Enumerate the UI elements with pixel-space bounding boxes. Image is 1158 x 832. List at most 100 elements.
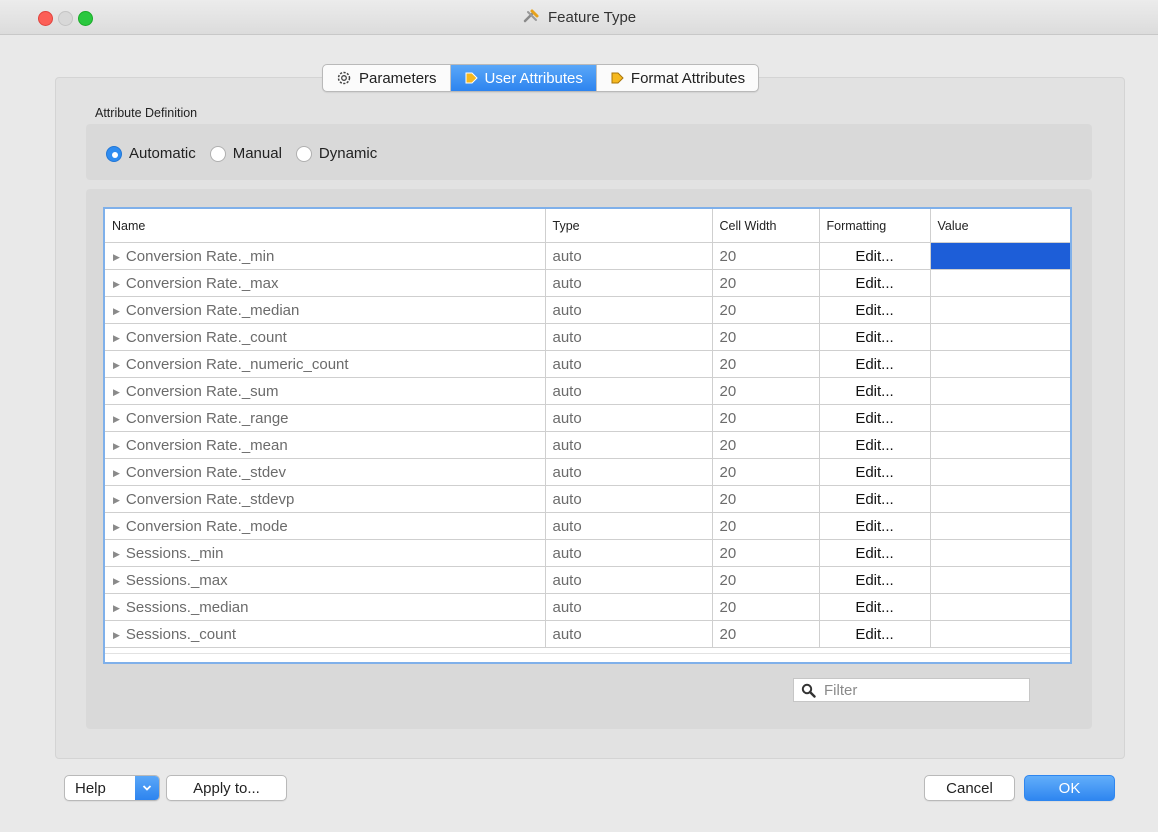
cell-width[interactable]: 20 <box>712 539 820 567</box>
cell-type[interactable]: auto <box>545 593 713 621</box>
cell-width[interactable]: 20 <box>712 404 820 432</box>
cell-type[interactable]: auto <box>545 323 713 351</box>
cell-formatting-edit[interactable]: Edit... <box>819 323 931 351</box>
disclosure-triangle-icon[interactable]: ▶ <box>113 279 120 290</box>
cell-width[interactable]: 20 <box>712 296 820 324</box>
cell-name[interactable]: ▶ Conversion Rate._count <box>105 323 546 351</box>
cell-type[interactable]: auto <box>545 269 713 297</box>
cell-formatting-edit[interactable]: Edit... <box>819 404 931 432</box>
radio-manual-indicator[interactable] <box>209 145 226 162</box>
table-row[interactable]: ▶ Conversion Rate._mean auto 20 Edit... <box>105 431 1070 459</box>
cell-name[interactable]: ▶ Sessions._count <box>105 620 546 648</box>
disclosure-triangle-icon[interactable]: ▶ <box>113 306 120 317</box>
table-row[interactable]: ▶ Conversion Rate._count auto 20 Edit... <box>105 323 1070 351</box>
cell-value[interactable] <box>930 269 1070 297</box>
table-row[interactable]: ▶ Conversion Rate._stdev auto 20 Edit... <box>105 458 1070 486</box>
cell-value[interactable] <box>930 593 1070 621</box>
cell-formatting-edit[interactable]: Edit... <box>819 377 931 405</box>
cell-value[interactable] <box>930 485 1070 513</box>
cell-formatting-edit[interactable]: Edit... <box>819 620 931 648</box>
apply-to-button[interactable]: Apply to... <box>166 775 287 801</box>
cell-name[interactable]: ▶ Sessions._max <box>105 566 546 594</box>
disclosure-triangle-icon[interactable]: ▶ <box>113 360 120 371</box>
cell-value[interactable] <box>930 458 1070 486</box>
table-row[interactable]: ▶ Sessions._count auto 20 Edit... <box>105 620 1070 648</box>
cell-type[interactable]: auto <box>545 296 713 324</box>
disclosure-triangle-icon[interactable]: ▶ <box>113 576 120 587</box>
table-row[interactable]: ▶ Conversion Rate._max auto 20 Edit... <box>105 269 1070 297</box>
cell-formatting-edit[interactable]: Edit... <box>819 593 931 621</box>
disclosure-triangle-icon[interactable]: ▶ <box>113 630 120 641</box>
cell-name[interactable]: ▶ Conversion Rate._stdevp <box>105 485 546 513</box>
tab-parameters[interactable]: Parameters <box>323 65 451 91</box>
cell-width[interactable]: 20 <box>712 593 820 621</box>
cell-width[interactable]: 20 <box>712 431 820 459</box>
cell-name[interactable]: ▶ Sessions._min <box>105 539 546 567</box>
cell-value[interactable] <box>930 539 1070 567</box>
cell-type[interactable]: auto <box>545 242 713 270</box>
table-row[interactable]: ▶ Conversion Rate._min auto 20 Edit... <box>105 242 1070 270</box>
cell-value[interactable] <box>930 377 1070 405</box>
disclosure-triangle-icon[interactable]: ▶ <box>113 387 120 398</box>
cell-value[interactable] <box>930 620 1070 648</box>
table-row[interactable]: ▶ Conversion Rate._stdevp auto 20 Edit... <box>105 485 1070 513</box>
column-header-formatting[interactable]: Formatting <box>819 209 931 243</box>
cancel-button[interactable]: Cancel <box>924 775 1015 801</box>
disclosure-triangle-icon[interactable]: ▶ <box>113 603 120 614</box>
table-row[interactable]: ▶ Conversion Rate._mode auto 20 Edit... <box>105 512 1070 540</box>
table-row[interactable]: ▶ Conversion Rate._range auto 20 Edit... <box>105 404 1070 432</box>
cell-type[interactable]: auto <box>545 512 713 540</box>
disclosure-triangle-icon[interactable]: ▶ <box>113 441 120 452</box>
radio-automatic[interactable]: Automatic <box>106 145 196 162</box>
cell-type[interactable]: auto <box>545 566 713 594</box>
cell-value[interactable] <box>930 431 1070 459</box>
cell-value[interactable] <box>930 404 1070 432</box>
filter-field[interactable] <box>793 678 1030 702</box>
cell-formatting-edit[interactable]: Edit... <box>819 296 931 324</box>
cell-formatting-edit[interactable]: Edit... <box>819 539 931 567</box>
cell-formatting-edit[interactable]: Edit... <box>819 242 931 270</box>
cell-type[interactable]: auto <box>545 350 713 378</box>
radio-dynamic-indicator[interactable] <box>295 145 312 162</box>
cell-width[interactable]: 20 <box>712 566 820 594</box>
cell-width[interactable]: 20 <box>712 323 820 351</box>
cell-value[interactable] <box>930 350 1070 378</box>
cell-name[interactable]: ▶ Conversion Rate._max <box>105 269 546 297</box>
cell-name[interactable]: ▶ Conversion Rate._median <box>105 296 546 324</box>
radio-dynamic[interactable]: Dynamic <box>295 145 377 162</box>
cell-formatting-edit[interactable]: Edit... <box>819 566 931 594</box>
cell-formatting-edit[interactable]: Edit... <box>819 350 931 378</box>
cell-width[interactable]: 20 <box>712 458 820 486</box>
table-row[interactable]: ▶ Conversion Rate._sum auto 20 Edit... <box>105 377 1070 405</box>
help-button[interactable]: Help <box>64 775 160 801</box>
disclosure-triangle-icon[interactable]: ▶ <box>113 495 120 506</box>
disclosure-triangle-icon[interactable]: ▶ <box>113 252 120 263</box>
disclosure-triangle-icon[interactable]: ▶ <box>113 414 120 425</box>
cell-value[interactable] <box>930 323 1070 351</box>
cell-type[interactable]: auto <box>545 404 713 432</box>
tab-format-attributes[interactable]: Format Attributes <box>597 65 758 91</box>
table-row[interactable]: ▶ Sessions._median auto 20 Edit... <box>105 593 1070 621</box>
filter-input[interactable] <box>822 680 1016 700</box>
disclosure-triangle-icon[interactable]: ▶ <box>113 549 120 560</box>
cell-name[interactable]: ▶ Conversion Rate._numeric_count <box>105 350 546 378</box>
cell-name[interactable]: ▶ Conversion Rate._mean <box>105 431 546 459</box>
cell-name[interactable]: ▶ Sessions._median <box>105 593 546 621</box>
cell-formatting-edit[interactable]: Edit... <box>819 431 931 459</box>
radio-manual[interactable]: Manual <box>209 145 282 162</box>
cell-formatting-edit[interactable]: Edit... <box>819 512 931 540</box>
cell-width[interactable]: 20 <box>712 269 820 297</box>
cell-name[interactable]: ▶ Conversion Rate._stdev <box>105 458 546 486</box>
cell-width[interactable]: 20 <box>712 242 820 270</box>
cell-width[interactable]: 20 <box>712 620 820 648</box>
cell-formatting-edit[interactable]: Edit... <box>819 458 931 486</box>
disclosure-triangle-icon[interactable]: ▶ <box>113 333 120 344</box>
radio-automatic-indicator[interactable] <box>106 145 122 162</box>
cell-name[interactable]: ▶ Conversion Rate._range <box>105 404 546 432</box>
column-header-value[interactable]: Value <box>930 209 1070 243</box>
cell-value[interactable] <box>930 296 1070 324</box>
disclosure-triangle-icon[interactable]: ▶ <box>113 522 120 533</box>
cell-formatting-edit[interactable]: Edit... <box>819 485 931 513</box>
cell-name[interactable]: ▶ Conversion Rate._mode <box>105 512 546 540</box>
cell-type[interactable]: auto <box>545 377 713 405</box>
